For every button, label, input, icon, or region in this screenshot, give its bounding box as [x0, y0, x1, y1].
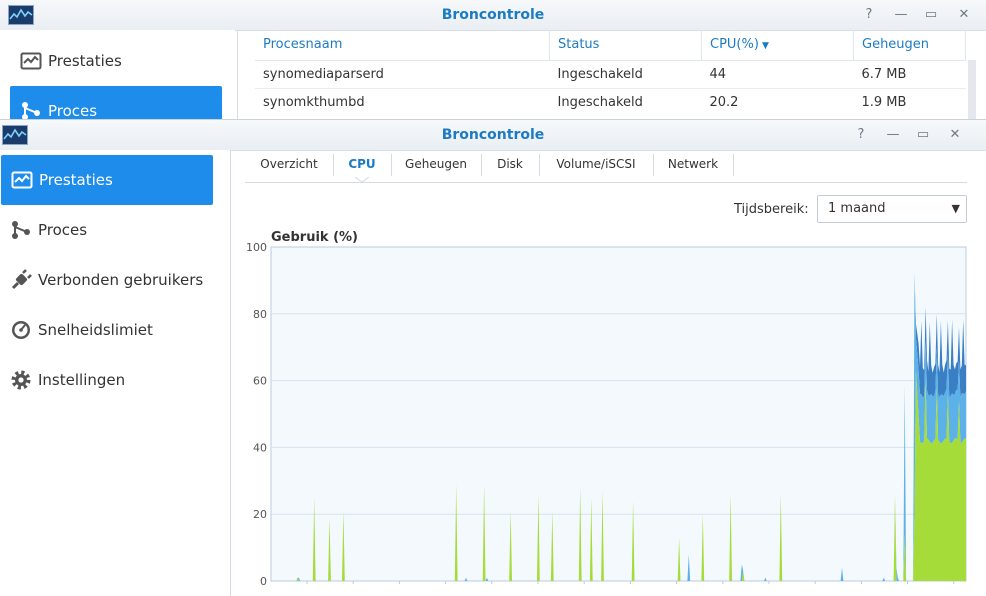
tab-separator — [733, 154, 734, 176]
front-window: Broncontrole ? — ▭ ✕ Prestaties Proces V… — [0, 119, 986, 596]
y-tick-label: 60 — [253, 375, 267, 388]
plug-icon — [11, 269, 32, 290]
tab-cpu[interactable]: CPU — [333, 151, 391, 183]
cell-status: Ingeschakeld — [557, 66, 643, 82]
y-tick-label: 100 — [246, 241, 267, 254]
cell-cpu: 44 — [709, 66, 727, 82]
table-row[interactable]: synomkthumbd Ingeschakeld 20.2 1.9 MB — [255, 88, 966, 116]
x-tick-label: 2 — [581, 585, 588, 586]
x-tick-label: 22 — [392, 585, 406, 586]
y-tick-label: 20 — [253, 508, 267, 521]
tab-label: Netwerk — [667, 157, 719, 171]
column-header-status[interactable]: Status — [549, 30, 702, 60]
tab-label: Geheugen — [405, 157, 467, 171]
minimize-button[interactable]: — — [892, 6, 910, 24]
x-tick-label: 26 — [485, 585, 499, 586]
table-row[interactable]: synomediaparserd Ingeschakeld 44 6.7 MB — [255, 60, 966, 88]
y-tick-label: 0 — [260, 575, 267, 586]
process-table-panel: Procesnaam Status CPU(%) ▼ Geheugen synom… — [237, 30, 986, 125]
cell-geheugen: 6.7 MB — [861, 66, 907, 82]
sidebar-item-label: Verbonden gebruikers — [38, 271, 204, 289]
column-header-cpu[interactable]: CPU(%) ▼ — [701, 30, 854, 60]
y-tick-label: 40 — [253, 441, 267, 454]
back-window: Broncontrole ? — ▭ ✕ Prestaties Proces P… — [0, 0, 986, 125]
sidebar-item-proces[interactable]: Proces — [0, 205, 213, 255]
tab-overzicht[interactable]: Overzicht — [245, 151, 333, 183]
x-tick-label: 10 — [762, 585, 776, 586]
y-tick-label: 80 — [253, 308, 267, 321]
cell-cpu: 20.2 — [709, 94, 739, 110]
sidebar-item-label: Proces — [38, 221, 88, 239]
x-tick-label: 28 — [531, 585, 545, 586]
tab-bar: Overzicht CPU Geheugen Disk Volume/iSCSI… — [245, 151, 967, 183]
sort-desc-icon: ▼ — [761, 41, 769, 52]
cell-procesnaam: synomediaparserd — [263, 66, 384, 82]
back-sidebar-item-prestaties[interactable]: Prestaties — [10, 36, 222, 86]
x-tick-label: 14 — [854, 585, 868, 586]
front-window-title: Broncontrole — [441, 127, 545, 143]
time-range-label: Tijdsbereik: — [734, 202, 809, 217]
sidebar-item-label: Prestaties — [48, 52, 122, 70]
speedometer-icon — [12, 321, 30, 339]
tab-disk[interactable]: Disk — [481, 151, 539, 183]
x-tick-label: 16 — [901, 585, 915, 586]
process-icon — [12, 221, 30, 239]
x-tick-label: 20 — [346, 585, 360, 586]
cpu-usage-chart: Gebruik (%)02040608010018202224262824681… — [246, 230, 967, 586]
performance-icon — [20, 52, 42, 70]
tab-label: Disk — [497, 157, 523, 171]
cell-status: Ingeschakeld — [557, 94, 643, 110]
process-table: Procesnaam Status CPU(%) ▼ Geheugen synom… — [255, 30, 966, 116]
tab-volume-iscsi[interactable]: Volume/iSCSI — [539, 151, 653, 183]
x-tick-label: 18 — [947, 585, 961, 586]
chevron-down-icon: ▼ — [951, 202, 960, 215]
sidebar-item-prestaties[interactable]: Prestaties — [1, 155, 213, 205]
front-sidebar: Prestaties Proces Verbonden gebruikers S… — [0, 150, 231, 596]
back-sidebar: Prestaties Proces — [0, 30, 235, 125]
tab-label: Volume/iSCSI — [556, 157, 636, 171]
minimize-button[interactable]: — — [884, 126, 902, 144]
x-tick-label: 8 — [719, 585, 726, 586]
time-range-value: 1 maand — [828, 201, 886, 216]
sidebar-item-label: Instellingen — [38, 371, 126, 389]
x-tick-label: 24 — [439, 585, 453, 586]
x-tick-label: 18 — [300, 585, 314, 586]
maximize-button[interactable]: ▭ — [922, 6, 940, 24]
tab-geheugen[interactable]: Geheugen — [391, 151, 481, 183]
cell-geheugen: 1.9 MB — [861, 94, 907, 110]
chart-title: Gebruik (%) — [271, 230, 358, 245]
table-header-row: Procesnaam Status CPU(%) ▼ Geheugen — [255, 30, 966, 60]
back-window-title: Broncontrole — [441, 7, 545, 23]
gear-icon — [11, 370, 31, 390]
plot-area — [270, 246, 967, 582]
help-button[interactable]: ? — [860, 6, 878, 24]
close-button[interactable]: ✕ — [946, 126, 964, 144]
active-tab-indicator — [355, 177, 369, 183]
maximize-button[interactable]: ▭ — [914, 126, 932, 144]
back-titlebar: Broncontrole ? — ▭ ✕ — [0, 0, 986, 31]
table-scrollbar[interactable] — [968, 60, 976, 125]
x-tick-label: 12 — [808, 585, 822, 586]
column-header-cpu-label: CPU(%) — [710, 37, 759, 53]
x-tick-label: 6 — [673, 585, 680, 586]
close-button[interactable]: ✕ — [955, 6, 973, 24]
sidebar-item-snelheidslimiet[interactable]: Snelheidslimiet — [0, 305, 213, 355]
sidebar-item-verbonden-gebruikers[interactable]: Verbonden gebruikers — [0, 255, 213, 305]
column-header-geheugen[interactable]: Geheugen — [853, 30, 966, 60]
front-titlebar: Broncontrole ? — ▭ ✕ — [0, 120, 986, 151]
time-range-select[interactable]: 1 maand ▼ — [817, 195, 967, 223]
performance-icon — [11, 171, 33, 189]
help-button[interactable]: ? — [852, 126, 870, 144]
sidebar-item-instellingen[interactable]: Instellingen — [0, 355, 213, 405]
x-tick-label: 4 — [627, 585, 634, 586]
sidebar-item-label: Prestaties — [39, 171, 113, 189]
cell-procesnaam: synomkthumbd — [263, 94, 365, 110]
column-header-procesnaam[interactable]: Procesnaam — [255, 30, 550, 60]
tab-netwerk[interactable]: Netwerk — [653, 151, 733, 183]
tab-label: Overzicht — [260, 157, 318, 171]
tab-label: CPU — [348, 157, 376, 171]
sidebar-item-label: Snelheidslimiet — [38, 321, 153, 339]
